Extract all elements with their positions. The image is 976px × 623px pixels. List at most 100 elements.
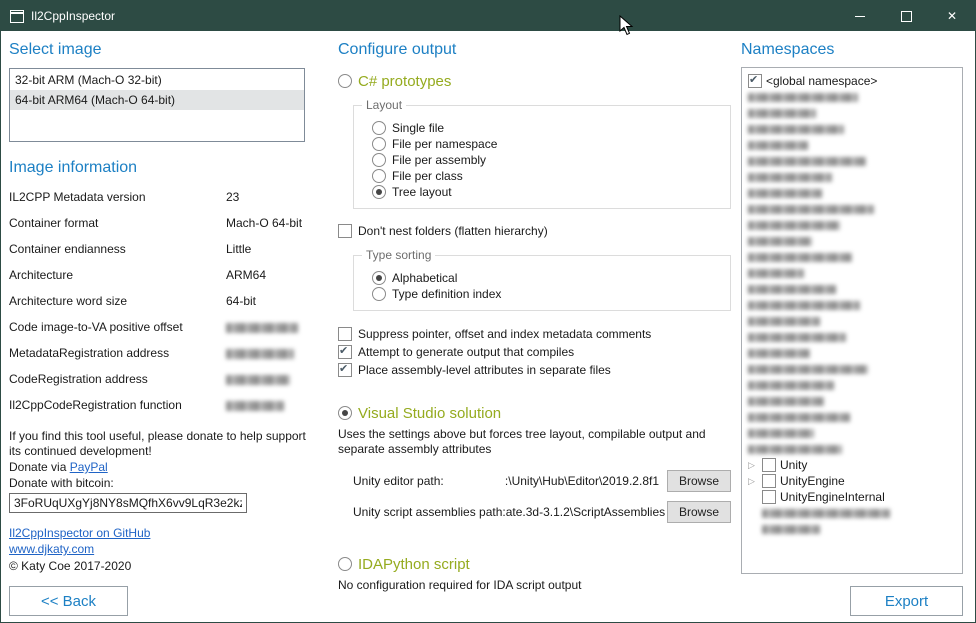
option-separate-attribute-files[interactable]: Place assembly-level attributes in separ… [338,361,738,379]
back-button[interactable]: << Back [9,586,128,616]
suppress-comments-checkbox[interactable] [338,327,352,341]
redacted-namespace [748,109,816,118]
info-row-label: CodeRegistration address [9,372,226,398]
namespace-item [748,297,960,313]
option-type-definition-index[interactable]: Type definition index [372,286,720,302]
option-alphabetical[interactable]: Alphabetical [372,270,720,286]
file-per-assembly-radio[interactable] [372,153,386,167]
configure-output-panel: Configure output C# prototypes Layout Si… [338,41,738,593]
redacted-namespace [748,237,812,246]
alphabetical-radio[interactable] [372,271,386,285]
tree-layout-radio[interactable] [372,185,386,199]
redacted-namespace [748,349,810,358]
redacted-namespace [748,221,840,230]
info-row-value [226,372,311,398]
expand-icon[interactable]: ▷ [748,457,758,473]
info-row-value [226,346,311,372]
image-list-item[interactable]: 32-bit ARM (Mach-O 32-bit) [10,70,304,90]
info-row-label: Container endianness [9,242,226,268]
close-button[interactable]: ✕ [929,1,975,31]
app-window: Il2CppInspector ✕ Select image 32-bit AR… [0,0,976,623]
paypal-link[interactable]: PayPal [70,460,108,474]
option-output-compiles[interactable]: Attempt to generate output that compiles [338,343,738,361]
namespace-item [748,249,960,265]
namespace-checkbox[interactable] [762,458,776,472]
unity-editor-browse-button[interactable]: Browse [667,470,731,492]
file-per-namespace-radio[interactable] [372,137,386,151]
namespace-item [748,393,960,409]
namespace-label: UnityEngineInternal [780,490,885,504]
donate-via-line: Donate via PayPal [9,460,311,475]
namespace-item [748,217,960,233]
info-row: ArchitectureARM64 [9,268,311,294]
option-flatten-hierarchy[interactable]: Don't nest folders (flatten hierarchy) [338,223,738,239]
idapython-radio[interactable] [338,557,352,571]
redacted-namespace [748,173,832,182]
redacted-value [226,401,284,411]
namespace-item[interactable]: ▷Unity [748,457,960,473]
website-link[interactable]: www.djkaty.com [9,542,94,556]
namespace-list[interactable]: <global namespace> ▷Unity▷UnityEngineUnit… [741,67,963,574]
maximize-button[interactable] [883,1,929,31]
namespace-checkbox[interactable] [762,474,776,488]
info-row: IL2CPP Metadata version23 [9,190,311,216]
option-file-per-assembly[interactable]: File per assembly [372,152,720,168]
file-per-class-radio[interactable] [372,169,386,183]
unity-script-path-value: ate.3d-3.1.2\ScriptAssemblies [506,505,667,519]
namespace-item [748,265,960,281]
image-list[interactable]: 32-bit ARM (Mach-O 32-bit)64-bit ARM64 (… [9,68,305,142]
github-link[interactable]: Il2CppInspector on GitHub [9,526,150,540]
namespace-item [748,137,960,153]
redacted-namespace [762,525,820,534]
option-suppress-metadata-comments[interactable]: Suppress pointer, offset and index metad… [338,325,738,343]
redacted-namespace [748,365,868,374]
unity-script-browse-button[interactable]: Browse [667,501,731,523]
option-file-per-namespace[interactable]: File per namespace [372,136,720,152]
layout-groupbox: Layout Single file File per namespace Fi… [353,105,731,209]
option-visual-studio-solution[interactable]: Visual Studio solution [338,403,738,423]
image-information-title: Image information [9,159,311,177]
window-controls: ✕ [837,1,975,31]
type-sorting-groupbox: Type sorting Alphabetical Type definitio… [353,255,731,311]
image-list-item[interactable]: 64-bit ARM64 (Mach-O 64-bit) [10,90,304,110]
separate-attributes-label: Place assembly-level attributes in separ… [358,363,611,377]
flatten-label: Don't nest folders (flatten hierarchy) [358,224,548,238]
option-idapython-script[interactable]: IDAPython script [338,554,738,574]
vs-solution-radio[interactable] [338,406,352,420]
option-file-per-class[interactable]: File per class [372,168,720,184]
copyright-text: © Katy Coe 2017-2020 [9,558,311,574]
namespace-item [748,281,960,297]
namespace-checkbox[interactable] [748,74,762,88]
redacted-namespace [748,317,820,326]
expand-icon[interactable]: ▷ [748,473,758,489]
redacted-namespace [748,333,846,342]
namespace-item[interactable]: UnityEngineInternal [748,489,960,505]
unity-editor-path-label: Unity editor path: [353,474,444,488]
namespace-item [748,105,960,121]
maximize-icon [901,11,912,22]
namespace-item [748,505,960,521]
output-compiles-label: Attempt to generate output that compiles [358,345,574,359]
option-csharp-prototypes[interactable]: C# prototypes [338,71,738,91]
option-tree-layout[interactable]: Tree layout [372,184,720,200]
option-single-file[interactable]: Single file [372,120,720,136]
namespace-checkbox[interactable] [762,490,776,504]
output-compiles-checkbox[interactable] [338,345,352,359]
csharp-radio[interactable] [338,74,352,88]
redacted-namespace [748,397,824,406]
namespace-item[interactable]: ▷UnityEngine [748,473,960,489]
export-button[interactable]: Export [850,586,963,616]
info-row: Il2CppCodeRegistration function [9,398,311,424]
single-file-radio[interactable] [372,121,386,135]
namespace-item [748,89,960,105]
separate-attributes-checkbox[interactable] [338,363,352,377]
info-row: Container formatMach-O 64-bit [9,216,311,242]
type-definition-index-radio[interactable] [372,287,386,301]
namespace-item[interactable]: <global namespace> [748,73,960,89]
flatten-checkbox[interactable] [338,224,352,238]
bitcoin-address-input[interactable] [9,493,247,513]
info-row-value: 23 [226,190,311,216]
info-row-label: Architecture word size [9,294,226,320]
minimize-button[interactable] [837,1,883,31]
alphabetical-label: Alphabetical [392,271,457,285]
